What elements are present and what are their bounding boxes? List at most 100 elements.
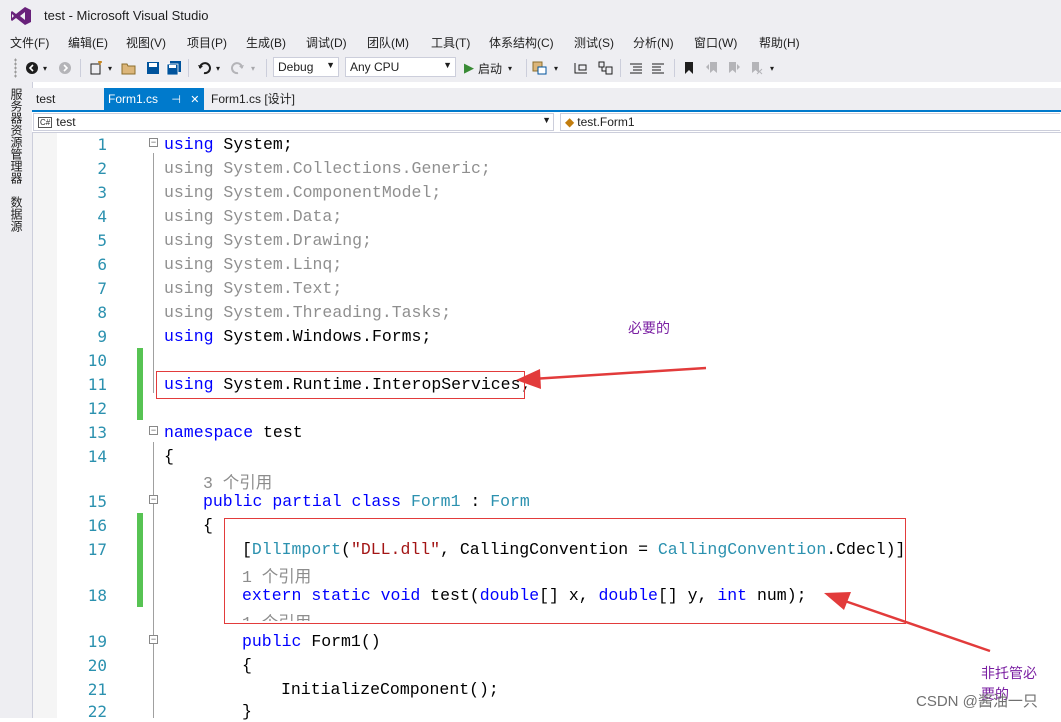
close-icon[interactable]: ✕ [190,94,199,106]
next-bookmark-icon[interactable] [726,58,742,78]
redo-dropdown-chevron-icon[interactable]: ▾ [249,58,257,78]
menu-analyze[interactable]: 分析(N) [631,34,676,51]
unused-using: using System.ComponentModel; [164,183,442,202]
line-number: 3 [97,183,107,202]
uncomment-lines-icon[interactable] [650,58,666,78]
menu-test[interactable]: 测试(S) [572,34,616,51]
step-into-icon[interactable] [573,58,589,78]
save-all-icon[interactable] [166,58,182,78]
tab-test[interactable]: test [32,88,59,110]
tab-form1-designer[interactable]: Form1.cs [设计] [207,88,299,110]
code-map-icon[interactable] [598,58,614,78]
new-project-icon[interactable] [88,58,104,78]
annotation-unmanaged-line1: 非托管必 [981,665,1037,681]
code-line: 21 InitializeComponent(); [33,678,1061,700]
solution-configuration-select[interactable]: Debug ▼ [273,57,339,77]
code-text: } [242,702,252,721]
menu-architecture[interactable]: 体系结构(C) [487,34,556,51]
line-number: 14 [87,447,107,466]
menu-file[interactable]: 文件(F) [8,34,51,51]
toolbar-overflow-chevron-icon[interactable]: ▾ [768,58,776,78]
standard-toolbar: ▾ ▾ ▾ ▾ Debug ▼ Any CPU ▼ ▶ 启动 ▾ ▾ ▾ [0,54,1061,82]
previous-bookmark-icon[interactable] [704,58,720,78]
menu-team[interactable]: 团队(M) [365,34,411,51]
code-text: public partial class Form1 : Form [203,492,530,511]
menu-bar: 文件(F) 编辑(E) 视图(V) 项目(P) 生成(B) 调试(D) 团队(M… [0,32,1061,54]
project-scope-select[interactable]: C# test ▼ [33,113,554,131]
menu-view[interactable]: 视图(V) [124,34,168,51]
new-dropdown-chevron-icon[interactable]: ▾ [106,58,114,78]
code-line: 7 using System.Text; [33,277,1061,299]
highlight-box-interop-using [156,371,525,399]
menu-debug[interactable]: 调试(D) [304,34,349,51]
bookmark-icon[interactable] [682,58,696,78]
line-number: 12 [87,399,107,418]
line-number: 8 [97,303,107,322]
navigate-forward-icon[interactable] [57,58,73,78]
find-dropdown-chevron-icon[interactable]: ▾ [552,58,560,78]
configuration-value: Debug [278,60,314,74]
unused-using: using System.Threading.Tasks; [164,303,452,322]
code-text: { [242,656,252,675]
tab-form1-cs[interactable]: Form1.cs ⊣ ✕ [104,88,204,110]
navigate-back-icon[interactable] [24,58,40,78]
code-token: System; [213,135,293,154]
chevron-down-icon: ▼ [443,60,452,70]
code-text: InitializeComponent(); [281,680,499,699]
data-sources-tab[interactable]: 数据源 [8,196,25,232]
unused-using: using System.Linq; [164,255,343,274]
type-scope-select[interactable]: ◆ test.Form1 [560,113,1060,131]
line-number: 16 [87,516,107,535]
code-line: 5 using System.Drawing; [33,229,1061,251]
pin-icon[interactable]: ⊣ [171,94,181,106]
unused-using: using System.Drawing; [164,231,372,250]
collapse-icon[interactable]: − [149,138,158,147]
menu-build[interactable]: 生成(B) [244,34,288,51]
keyword: partial [272,492,342,511]
tab-label: Form1.cs [108,92,159,106]
comment-lines-icon[interactable] [628,58,644,78]
open-file-icon[interactable] [121,58,137,78]
toolbar-grip[interactable] [14,58,17,78]
code-line: 2 using System.Collections.Generic; [33,157,1061,179]
menu-window[interactable]: 窗口(W) [692,34,739,51]
keyword: public [242,632,302,651]
unused-using: using System.Data; [164,207,343,226]
back-dropdown-chevron-icon[interactable]: ▾ [41,58,49,78]
menu-project[interactable]: 项目(P) [185,34,229,51]
code-line: 14 { [33,445,1061,467]
code-text: namespace test [164,423,303,442]
line-number: 18 [87,586,107,605]
server-explorer-tab[interactable]: 服务器资源管理器 [8,88,25,184]
line-number: 20 [87,656,107,675]
toolbar-separator [526,59,527,77]
clear-bookmarks-icon[interactable] [748,58,764,78]
line-number: 4 [97,207,107,226]
undo-icon[interactable] [196,58,212,78]
keyword: class [351,492,402,511]
collapse-icon[interactable]: − [149,635,158,644]
chevron-down-icon: ▼ [326,60,335,70]
collapse-icon[interactable]: − [149,426,158,435]
solution-platform-select[interactable]: Any CPU ▼ [345,57,456,77]
annotation-required: 必要的 [628,320,670,336]
line-number: 17 [87,540,107,559]
keyword: namespace [164,423,254,442]
line-number: 5 [97,231,107,250]
start-debugging-button[interactable]: ▶ 启动 ▾ [464,58,512,78]
redo-icon[interactable] [230,58,246,78]
find-in-files-icon[interactable] [532,58,548,78]
line-number: 15 [87,492,107,511]
start-label: 启动 [478,61,503,76]
code-editor[interactable]: 1 − using System; 2 using System.Collect… [33,133,1061,721]
line-number: 11 [87,375,107,394]
save-icon[interactable] [145,58,161,78]
code-line: 10 [33,349,1061,371]
collapse-icon[interactable]: − [149,495,158,504]
menu-help[interactable]: 帮助(H) [757,34,802,51]
undo-dropdown-chevron-icon[interactable]: ▾ [214,58,222,78]
menu-tools[interactable]: 工具(T) [429,34,472,51]
code-token: test [253,423,303,442]
code-line: 12 [33,397,1061,419]
menu-edit[interactable]: 编辑(E) [66,34,110,51]
